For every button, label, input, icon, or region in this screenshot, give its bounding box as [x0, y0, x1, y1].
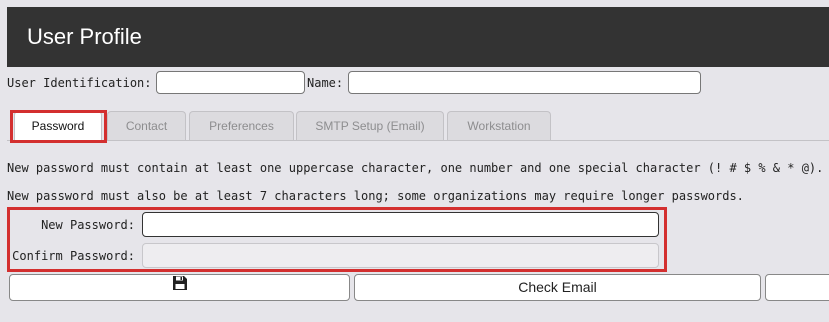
new-password-input[interactable] — [142, 212, 659, 237]
confirm-password-label: Confirm Password: — [12, 249, 135, 263]
user-id-label: User Identification: — [7, 76, 152, 90]
user-id-input[interactable] — [156, 71, 305, 94]
page-title: User Profile — [27, 24, 142, 49]
password-rule-1: New password must contain at least one u… — [7, 161, 824, 175]
password-rule-2: New password must also be at least 7 cha… — [7, 189, 744, 203]
tab-preferences[interactable]: Preferences — [189, 111, 294, 140]
password-tab-highlight — [10, 110, 107, 143]
extra-button[interactable] — [765, 274, 829, 301]
floppy-disk-icon — [172, 274, 188, 299]
save-button[interactable] — [9, 274, 350, 301]
check-email-button[interactable]: Check Email — [354, 274, 761, 301]
tab-workstation[interactable]: Workstation — [447, 111, 551, 140]
tab-divider — [7, 140, 829, 141]
name-input[interactable] — [348, 71, 701, 94]
name-label: Name: — [307, 76, 344, 90]
new-password-label: New Password: — [41, 218, 135, 232]
page-header: User Profile — [7, 7, 829, 67]
tab-smtp-setup[interactable]: SMTP Setup (Email) — [296, 111, 444, 140]
confirm-password-input[interactable] — [142, 243, 659, 268]
tab-contact[interactable]: Contact — [107, 111, 186, 140]
